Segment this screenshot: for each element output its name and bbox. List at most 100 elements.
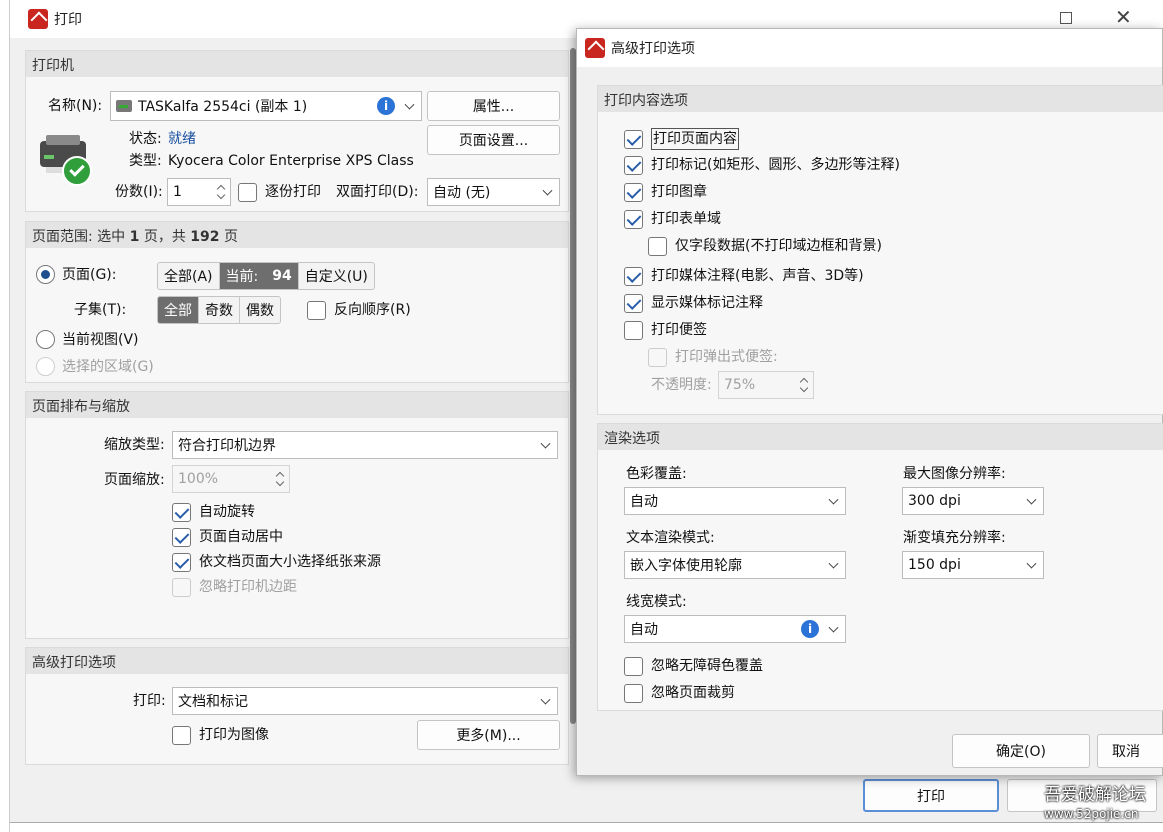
print-markups-label: 打印标记(如矩形、圆形、多边形等注释) [651,157,900,173]
page-range-header: 页面范围: 选中 1 页，共 192 页 [26,222,568,248]
max-res-select[interactable]: 300 dpi [902,487,1044,515]
stepper-arrows[interactable] [215,181,227,203]
document-ruler-strip [10,822,1163,832]
range-segment[interactable]: 全部(A) 当前: 94 自定义(U) [157,262,375,290]
maximize-icon[interactable] [1060,12,1072,24]
advanced-print-dialog: 高级打印选项 打印内容选项 打印页面内容 打印标记(如矩形、圆形、多边形等注释)… [576,28,1163,776]
selection-radio[interactable]: 选择的区域(G) [36,356,154,376]
ignore-crop-checkbox[interactable]: 忽略页面裁剪 [624,683,735,703]
subset-odd-button[interactable]: 奇数 [199,297,240,323]
print-as-image-checkbox[interactable]: 打印为图像 [172,725,269,745]
copies-label: 份数(I): [115,184,163,200]
choose-paper-checkbox[interactable]: 依文档页面大小选择纸张来源 [172,552,381,572]
pdf-app-icon [28,9,48,29]
printer-name-select[interactable]: TASKalfa 2554ci (副本 1) i [110,91,422,121]
print-markups-checkbox[interactable]: 打印标记(如矩形、圆形、多边形等注释) [624,155,900,175]
current-view-radio[interactable]: 当前视图(V) [36,329,139,349]
printer-small-icon [116,100,132,112]
line-width-label: 线宽模式: [626,594,687,610]
field-data-only-checkbox[interactable]: 仅字段数据(不打印域边框和背景) [648,236,882,256]
stepper-arrows[interactable] [798,374,810,396]
text-mode-select[interactable]: 嵌入字体使用轮廓 [624,551,846,579]
print-button[interactable]: 打印 [863,779,999,812]
print-media-label: 打印媒体注释(电影、声音、3D等) [651,268,864,284]
max-res-value: 300 dpi [908,493,961,509]
ok-button[interactable]: 确定(O) [952,734,1090,768]
gradient-select[interactable]: 150 dpi [902,551,1044,579]
print-content-header: 打印内容选项 [598,86,1163,112]
chevron-down-icon [542,185,553,196]
field-data-only-label: 仅字段数据(不打印域边框和背景) [675,238,882,254]
color-override-label: 色彩覆盖: [626,466,687,482]
duplex-select[interactable]: 自动 (无) [427,178,560,206]
info-icon[interactable]: i [377,97,395,115]
page-setup-button[interactable]: 页面设置... [427,125,560,155]
range-custom-button[interactable]: 自定义(U) [299,263,374,289]
print-title: 打印 [54,12,82,28]
range-selected-count: 1 [129,229,140,245]
range-header-mid: 页，共 [139,229,191,245]
range-total-count: 192 [190,229,220,245]
print-notes-checkbox[interactable]: 打印便签 [624,320,707,340]
print-what-select[interactable]: 文档和标记 [172,687,558,715]
color-override-select[interactable]: 自动 [624,487,846,515]
chevron-down-icon [1026,558,1037,569]
print-popup-notes-checkbox[interactable]: 打印弹出式便签: [648,347,778,367]
auto-center-checkbox[interactable]: 页面自动居中 [172,527,283,547]
print-media-checkbox[interactable]: 打印媒体注释(电影、声音、3D等) [624,266,864,286]
page-zoom-stepper[interactable]: 100% [172,465,290,493]
ignore-margins-checkbox[interactable]: 忽略打印机边距 [172,577,297,597]
subset-even-button[interactable]: 偶数 [240,297,280,323]
subset-all-button[interactable]: 全部 [158,297,199,323]
ignore-accessible-colors-checkbox[interactable]: 忽略无障碍色覆盖 [624,656,763,676]
scale-type-label: 缩放类型: [104,437,165,453]
print-page-content-label: 打印页面内容 [651,128,739,150]
show-media-markup-checkbox[interactable]: 显示媒体标记注释 [624,293,763,313]
cancel-label: 取消 [1112,744,1140,760]
more-button[interactable]: 更多(M)... [417,720,560,750]
reverse-order-checkbox[interactable]: 反向顺序(R) [307,300,411,320]
info-icon[interactable]: i [801,620,819,638]
properties-button[interactable]: 属性... [427,91,560,121]
pages-radio[interactable]: 页面(G): [36,264,117,284]
page-range-group: 页面范围: 选中 1 页，共 192 页 页面(G): 全部(A) 当前: 94 … [25,221,569,383]
print-what-value: 文档和标记 [178,694,248,710]
collate-label: 逐份打印 [265,184,321,200]
print-page-content-checkbox[interactable]: 打印页面内容 [624,128,739,150]
current-view-label: 当前视图(V) [62,332,139,348]
page-zoom-value: 100% [178,471,219,487]
background-document-edge [0,0,10,832]
choose-paper-label: 依文档页面大小选择纸张来源 [199,554,381,570]
stepper-arrows[interactable] [274,468,286,490]
show-media-markup-label: 显示媒体标记注释 [651,295,763,311]
chevron-down-icon [540,438,551,449]
scale-type-value: 符合打印机边界 [178,438,276,454]
printer-name-value: TASKalfa 2554ci (副本 1) [138,99,308,115]
status-value: 就绪 [168,131,196,147]
cancel-button[interactable]: 取消 [1097,734,1163,768]
forum-watermark: 吾爱破解论坛 www.52pojie.cn [1044,784,1156,822]
subset-segment[interactable]: 全部 奇数 偶数 [157,296,281,324]
range-all-button[interactable]: 全部(A) [158,263,220,289]
copies-stepper[interactable]: 1 [167,178,231,206]
print-as-image-label: 打印为图像 [199,727,269,743]
layout-header: 页面排布与缩放 [26,392,568,418]
opacity-value: 75% [724,377,756,393]
advanced-header: 高级打印选项 [26,648,568,674]
print-form-fields-label: 打印表单域 [651,211,721,227]
opacity-stepper[interactable]: 75% [718,371,814,399]
collate-checkbox[interactable]: 逐份打印 [238,182,321,202]
color-override-value: 自动 [630,494,658,510]
range-current-button[interactable]: 当前: 94 [219,263,299,289]
auto-rotate-label: 自动旋转 [199,504,255,520]
advanced-group: 高级打印选项 打印: 文档和标记 打印为图像 更多(M)... [25,647,569,765]
print-form-fields-checkbox[interactable]: 打印表单域 [624,209,721,229]
print-stamps-checkbox[interactable]: 打印图章 [624,182,707,202]
scale-type-select[interactable]: 符合打印机边界 [172,431,558,459]
auto-rotate-checkbox[interactable]: 自动旋转 [172,502,255,522]
max-res-label: 最大图像分辨率: [903,466,1006,482]
print-what-label: 打印: [133,693,166,709]
close-icon[interactable]: ✕ [1115,7,1132,27]
pages-radio-label: 页面(G): [62,267,117,283]
line-width-select[interactable]: 自动 i [624,615,846,643]
